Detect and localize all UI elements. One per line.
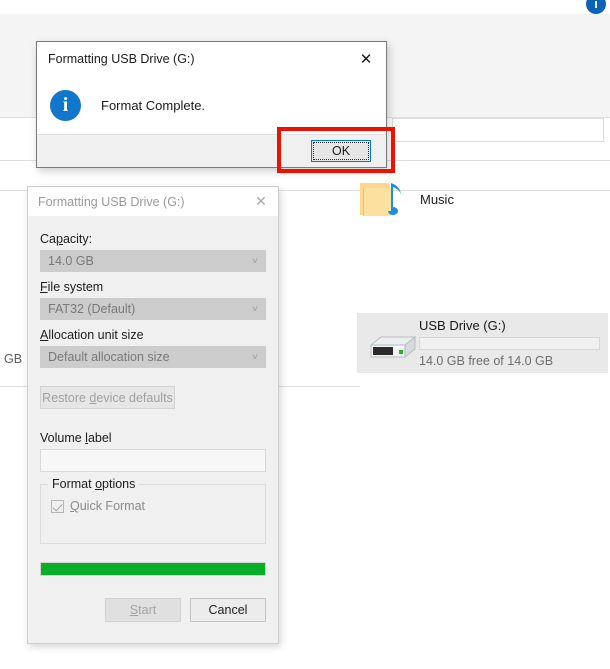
music-folder-icon	[358, 179, 406, 219]
music-note-glyph	[388, 183, 401, 215]
volume-label-label: Volume label	[40, 431, 112, 445]
drive-title: USB Drive (G:)	[419, 318, 506, 333]
format-dialog-title: Formatting USB Drive (G:)	[38, 194, 185, 209]
file-system-value: FAT32 (Default)	[48, 302, 136, 316]
start-button[interactable]: Start	[105, 598, 181, 622]
volume-label-input[interactable]	[40, 449, 266, 472]
format-options-legend: Format options	[48, 477, 140, 491]
checkbox-icon[interactable]	[51, 499, 64, 513]
explorer-top-band: i	[0, 0, 610, 14]
restore-device-defaults-button[interactable]: Restore device defaults	[40, 386, 175, 409]
format-dialog-body: Capacity: 14.0 GB ˅ File system FAT32 (D…	[28, 216, 278, 622]
drive-capacity-bar	[419, 337, 600, 350]
start-button-label: Start	[129, 603, 157, 617]
drive-capacity-label: 14.0 GB free of 14.0 GB	[419, 354, 554, 368]
left-size-fragment: GB	[4, 352, 23, 366]
format-dialog-buttons: Start Cancel	[40, 598, 266, 622]
drive-item-text: USB Drive (G:) 14.0 GB free of 14.0 GB	[419, 318, 608, 368]
file-system-label: File system	[40, 280, 104, 294]
restore-device-defaults-label: Restore device defaults	[42, 390, 173, 405]
complete-dialog-titlebar: Formatting USB Drive (G:) ✕	[37, 42, 386, 75]
chevron-down-icon: ˅	[252, 255, 258, 267]
capacity-value: 14.0 GB	[48, 254, 94, 268]
info-circle-icon[interactable]: i	[586, 0, 606, 14]
close-icon[interactable]: ✕	[244, 187, 278, 216]
drive-item-usb[interactable]: USB Drive (G:) 14.0 GB free of 14.0 GB	[357, 313, 608, 373]
format-dialog: Formatting USB Drive (G:) ✕ Capacity: 14…	[27, 186, 279, 644]
format-progress-fill	[41, 563, 265, 575]
chevron-down-icon: ˅	[252, 303, 258, 315]
info-icon: i	[50, 90, 81, 121]
list-item[interactable]: Music	[358, 174, 598, 224]
list-item-label: Music	[420, 191, 454, 207]
allocation-unit-select[interactable]: Default allocation size ˅	[40, 346, 266, 368]
annotation-highlight	[277, 127, 395, 173]
complete-dialog-title: Formatting USB Drive (G:)	[48, 51, 195, 66]
format-options-group: Format options Quick Format	[40, 477, 266, 544]
format-dialog-titlebar: Formatting USB Drive (G:) ✕	[28, 187, 278, 216]
removable-drive-icon	[363, 323, 419, 363]
quick-format-row[interactable]: Quick Format	[51, 499, 255, 513]
cancel-button[interactable]: Cancel	[190, 598, 266, 622]
capacity-select[interactable]: 14.0 GB ˅	[40, 250, 266, 272]
allocation-unit-label: Allocation unit size	[40, 328, 144, 342]
format-progress-bar	[40, 562, 266, 576]
capacity-label: Capacity:	[40, 232, 93, 246]
quick-format-label: Quick Format	[70, 499, 146, 513]
file-system-select[interactable]: FAT32 (Default) ˅	[40, 298, 266, 320]
allocation-unit-value: Default allocation size	[48, 350, 170, 364]
chevron-down-icon: ˅	[252, 351, 258, 363]
close-icon[interactable]: ✕	[346, 42, 386, 75]
search-input[interactable]	[392, 118, 604, 142]
screen: i GB Music USB Drive (G:) 14.0 GB free o…	[0, 0, 610, 669]
complete-message: Format Complete.	[101, 98, 206, 113]
